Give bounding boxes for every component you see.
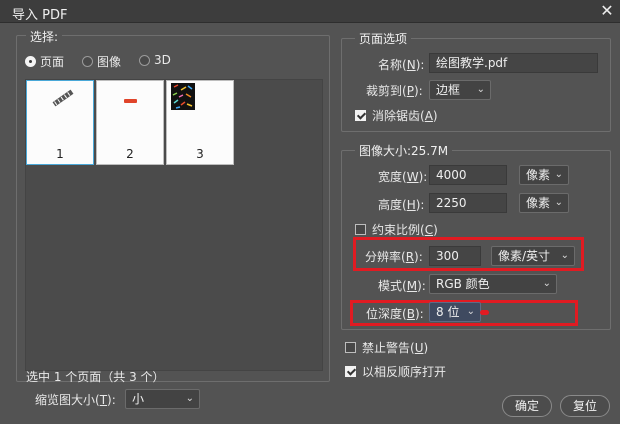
bit-depth-select[interactable]: 8 位 ⌄	[429, 302, 481, 322]
name-field[interactable]: 绘图教学.pdf	[429, 53, 598, 73]
name-label: 名称(N):	[378, 58, 425, 72]
radio-3d-dot[interactable]	[139, 54, 150, 66]
radio-pages[interactable]: 页面	[25, 53, 64, 70]
chevron-down-icon: ⌄	[554, 197, 563, 208]
page-thumbnail-number: 3	[196, 147, 204, 161]
radio-3d[interactable]: 3D	[139, 53, 171, 67]
bit-depth-value: 8 位	[436, 305, 460, 319]
ok-button[interactable]: 确定	[502, 395, 552, 417]
thumb-size-value: 小	[132, 392, 145, 406]
antialias-label[interactable]: 消除锯齿(A)	[372, 107, 438, 124]
resolution-label-text: 分辨率	[365, 250, 402, 264]
chevron-down-icon: ⌄	[466, 306, 475, 317]
page-options-legend: 页面选项	[355, 30, 412, 47]
window-title: 导入 PDF	[12, 8, 68, 23]
antialias-hotkey: A	[424, 109, 433, 123]
radio-images-dot[interactable]	[82, 56, 93, 67]
constrain-label[interactable]: 约束比例(C)	[372, 221, 438, 238]
chevron-down-icon: ⌄	[554, 169, 563, 180]
height-label: 高度(H):	[378, 198, 425, 212]
name-value: 绘图教学.pdf	[436, 56, 508, 70]
mode-hotkey: M	[406, 279, 418, 293]
thumb-size-select[interactable]: 小 ⌄	[125, 389, 200, 409]
selection-status: 选中 1 个页面（共 3 个）	[26, 370, 165, 384]
resolution-unit-value: 像素/英寸	[498, 249, 551, 263]
radio-3d-label: 3D	[154, 53, 171, 67]
suppress-warnings-hotkey: U	[414, 341, 424, 355]
suppress-warnings-checkbox[interactable]	[345, 342, 356, 353]
chevron-down-icon: ⌄	[560, 250, 569, 261]
radio-images[interactable]: 图像	[82, 53, 121, 70]
radio-pages-dot[interactable]	[25, 56, 36, 67]
crop-label-text: 裁剪到	[366, 84, 403, 98]
crop-value: 边框	[436, 83, 461, 97]
mode-label-text: 模式	[378, 279, 403, 293]
page-3-preview-icon	[171, 83, 195, 110]
chevron-down-icon: ⌄	[476, 84, 485, 95]
height-value: 2250	[436, 196, 467, 210]
crop-select[interactable]: 边框 ⌄	[429, 80, 491, 100]
constrain-checkbox[interactable]	[355, 224, 366, 235]
thumbnail-pane[interactable]: 1 2 3	[25, 79, 323, 371]
mode-value: RGB 颜色	[436, 277, 490, 291]
mode-select[interactable]: RGB 颜色 ⌄	[429, 274, 557, 294]
thumb-size-label-text: 缩览图大小	[35, 393, 96, 407]
crop-label: 裁剪到(P):	[366, 84, 423, 98]
width-field[interactable]: 4000	[429, 165, 507, 185]
page-1-preview-icon	[52, 89, 74, 107]
page-thumbnail-3[interactable]: 3	[166, 80, 234, 165]
height-unit-select[interactable]: 像素 ⌄	[519, 193, 569, 213]
thumb-size-label: 缩览图大小(T):	[35, 393, 116, 407]
reverse-order-checkbox[interactable]	[345, 366, 356, 377]
width-unit-value: 像素	[526, 168, 551, 182]
page-thumbnail-1[interactable]: 1	[26, 80, 94, 165]
page-thumbnail-number: 2	[126, 147, 134, 161]
height-field[interactable]: 2250	[429, 193, 507, 213]
suppress-warnings-label[interactable]: 禁止警告(U)	[362, 339, 428, 356]
width-unit-select[interactable]: 像素 ⌄	[519, 165, 569, 185]
resolution-unit-select[interactable]: 像素/英寸 ⌄	[491, 246, 575, 266]
width-value: 4000	[436, 168, 467, 182]
reset-button[interactable]: 复位	[560, 395, 610, 417]
resolution-field[interactable]: 300	[429, 246, 481, 266]
height-hotkey: H	[406, 198, 416, 212]
bit-depth-label-text: 位深度	[366, 307, 403, 321]
width-label-text: 宽度	[378, 170, 403, 184]
reverse-order-label[interactable]: 以相反顺序打开	[362, 363, 446, 380]
radio-images-label: 图像	[97, 55, 122, 69]
width-hotkey: W	[406, 170, 419, 184]
close-icon[interactable]: ✕	[596, 0, 618, 22]
constrain-hotkey: C	[424, 223, 434, 237]
bit-depth-label: 位深度(B):	[366, 307, 424, 321]
antialias-checkbox[interactable]	[355, 110, 366, 121]
suppress-warnings-text: 禁止警告	[362, 341, 411, 355]
select-group-legend: 选择:	[26, 28, 63, 45]
name-hotkey: N	[406, 58, 416, 72]
antialias-label-text: 消除锯齿	[372, 109, 421, 123]
chevron-down-icon: ⌄	[185, 393, 194, 404]
width-label: 宽度(W):	[378, 170, 428, 184]
resolution-label: 分辨率(R):	[365, 250, 423, 264]
cursor-marker	[480, 310, 489, 315]
page-thumbnail-2[interactable]: 2	[96, 80, 164, 165]
bit-depth-hotkey: B	[406, 307, 415, 321]
chevron-down-icon: ⌄	[542, 278, 551, 289]
height-label-text: 高度	[378, 198, 403, 212]
page-2-preview-icon	[124, 99, 137, 103]
mode-label: 模式(M):	[378, 279, 426, 293]
page-thumbnail-number: 1	[56, 147, 64, 161]
thumb-size-hotkey: T	[99, 393, 108, 407]
crop-hotkey: P	[406, 84, 414, 98]
name-label-text: 名称	[378, 58, 403, 72]
resolution-value: 300	[436, 249, 459, 263]
radio-pages-label: 页面	[40, 55, 65, 69]
constrain-label-text: 约束比例	[372, 223, 421, 237]
height-unit-value: 像素	[526, 196, 551, 210]
import-pdf-dialog: 导入 PDF ✕ 选择: 页面 图像 3D 1 2 3 选中 1 个页面（共 3…	[0, 0, 620, 424]
image-size-legend: 图像大小:25.7M	[355, 142, 453, 159]
title-bar[interactable]: 导入 PDF ✕	[0, 0, 620, 23]
resolution-hotkey: R	[405, 250, 415, 264]
